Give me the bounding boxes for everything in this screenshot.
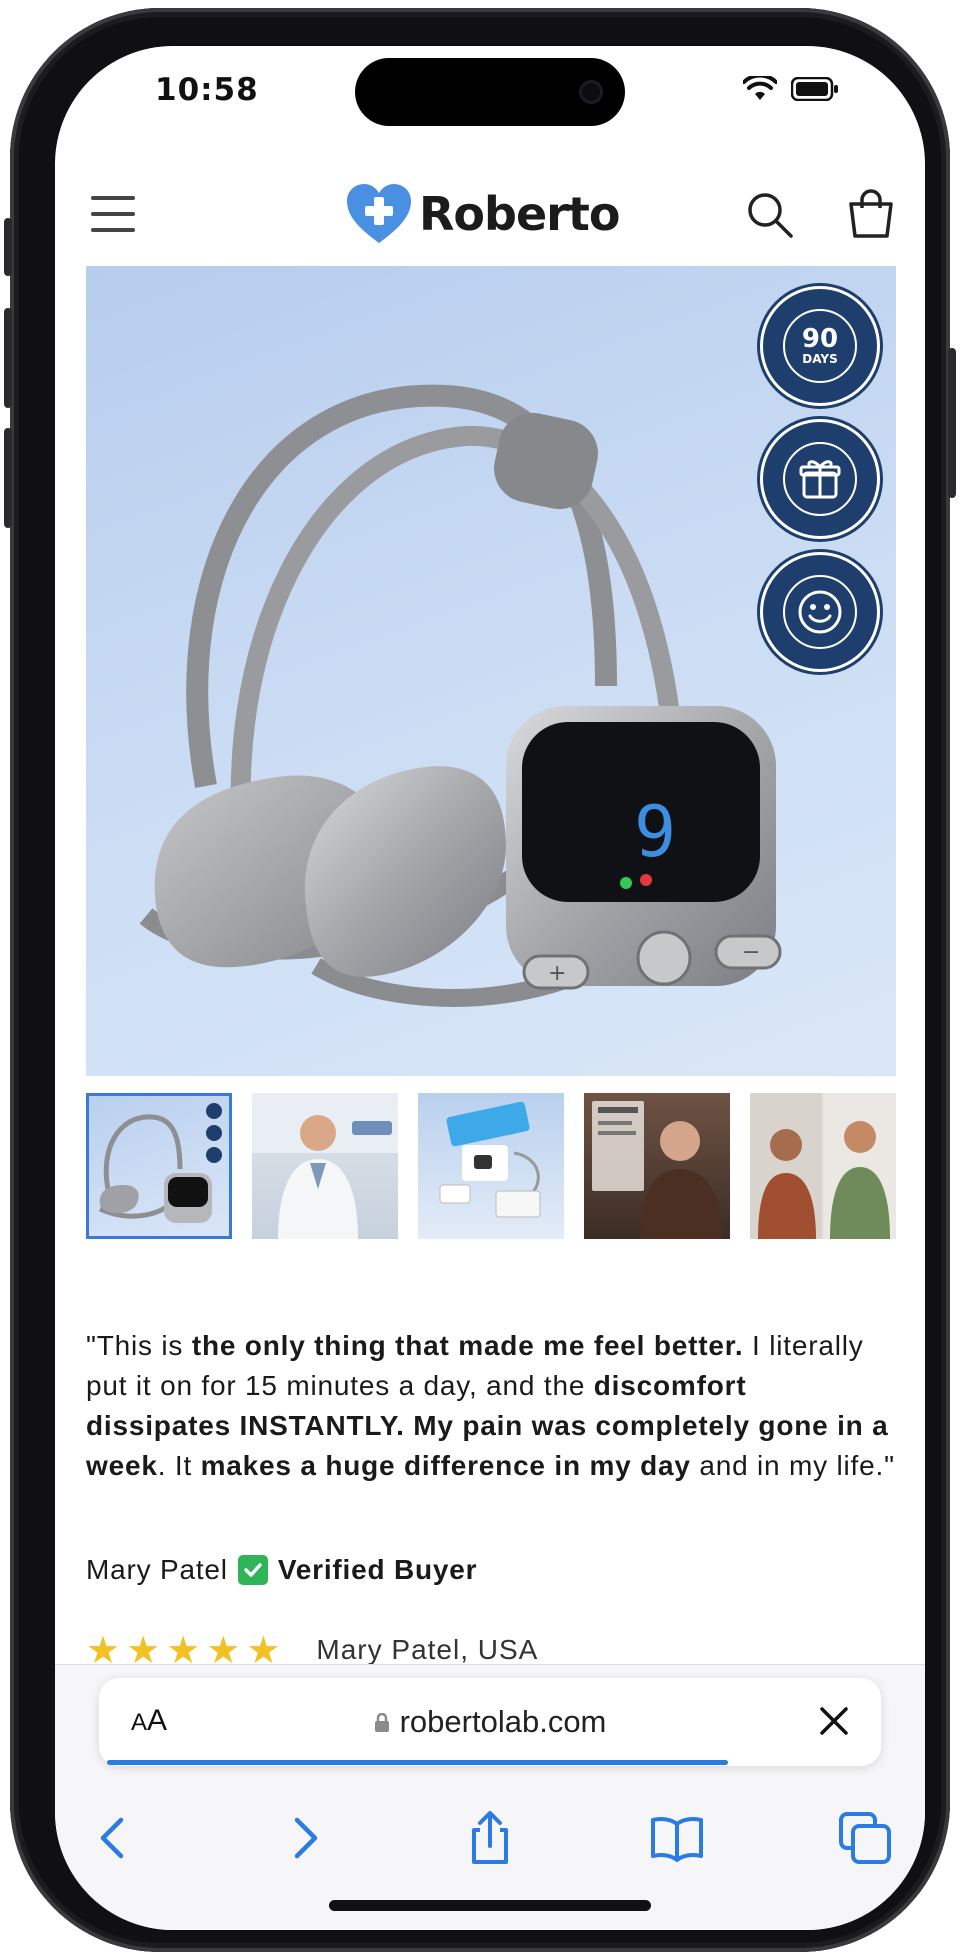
smiley-icon — [798, 590, 842, 634]
home-indicator[interactable] — [329, 1900, 651, 1911]
menu-button[interactable] — [91, 194, 135, 234]
quote-text: . It — [157, 1450, 201, 1481]
neck-massager-illustration: 9 + − — [139, 384, 782, 1007]
happy-customers-badge — [760, 552, 880, 672]
lock-icon — [374, 1713, 389, 1732]
svg-text:−: − — [742, 940, 760, 965]
thumbnail-customer-review-image — [750, 1093, 896, 1239]
status-time: 10:58 — [155, 72, 259, 108]
happy-customers-badge-inner — [783, 575, 857, 649]
dynamic-island — [355, 58, 625, 126]
search-icon[interactable] — [745, 190, 795, 240]
status-icons — [743, 76, 839, 102]
reviewer-name: Mary Patel — [86, 1554, 228, 1585]
volume-up-button — [4, 308, 12, 408]
reviewer-line: Mary Patel Verified Buyer — [86, 1554, 477, 1586]
verified-check-icon — [237, 1555, 268, 1585]
thumbnail-customer-video[interactable] — [584, 1093, 730, 1239]
thumbnail-doctor-image — [252, 1093, 398, 1239]
free-gift-badge — [760, 419, 880, 539]
quote-text: and in my life." — [690, 1450, 895, 1481]
page-load-progress — [107, 1760, 728, 1765]
thumbnail-doctor[interactable] — [252, 1093, 398, 1239]
url-text: robertolab.com — [399, 1704, 607, 1739]
guarantee-badge: 90 DAYS — [760, 286, 880, 406]
battery-icon — [791, 77, 838, 101]
svg-text:9: 9 — [634, 791, 676, 873]
action-button — [4, 218, 12, 276]
thumbnail-customer-video-image — [592, 1101, 722, 1239]
site-header: Roberto — [55, 164, 925, 264]
thumbnail-customer-review[interactable] — [750, 1093, 896, 1239]
share-icon[interactable] — [460, 1808, 520, 1868]
cart-icon[interactable] — [845, 188, 897, 240]
camera-icon — [579, 80, 603, 104]
brand-logo[interactable]: Roberto — [345, 182, 620, 246]
phone-frame: 10:58 Roberto 9 + − 90 DAYS "This is the… — [4, 8, 956, 1952]
guarantee-days-number: 90 — [801, 324, 839, 354]
thumbnail-package-image — [439, 1101, 541, 1218]
guarantee-days-label: DAYS — [802, 352, 838, 366]
power-button — [948, 348, 956, 498]
bookmarks-icon[interactable] — [647, 1808, 707, 1868]
wifi-icon — [743, 76, 777, 100]
svg-text:+: + — [548, 961, 566, 986]
menu-icon-line — [91, 228, 135, 232]
volume-down-button — [4, 428, 12, 528]
rating-caption: Mary Patel, USA — [316, 1634, 539, 1665]
screen: 10:58 Roberto 9 + − 90 DAYS "This is the… — [55, 46, 925, 1930]
gift-icon — [799, 460, 841, 499]
thumbnail-product-image — [98, 1103, 222, 1223]
product-main-image[interactable]: 9 + − 90 DAYS — [86, 266, 896, 1076]
address-bar[interactable]: AA robertolab.com — [99, 1678, 881, 1766]
free-gift-badge-inner — [783, 442, 857, 516]
quote-text: "This is — [86, 1330, 192, 1361]
testimonial-quote: "This is the only thing that made me fee… — [86, 1326, 896, 1486]
heart-cross-icon — [347, 184, 411, 243]
guarantee-badge-inner: 90 DAYS — [783, 309, 857, 383]
quote-highlight: makes a huge difference in my day — [200, 1450, 691, 1481]
thumbnail-package[interactable] — [418, 1093, 564, 1239]
menu-icon-line — [91, 196, 135, 200]
brand-name: Roberto — [419, 187, 620, 241]
url-display[interactable]: robertolab.com — [99, 1704, 881, 1740]
thumbnail-strip — [86, 1093, 896, 1241]
verified-buyer-label: Verified Buyer — [277, 1554, 478, 1585]
back-icon[interactable] — [85, 1808, 145, 1868]
close-icon[interactable] — [817, 1704, 851, 1738]
menu-icon-line — [91, 212, 135, 216]
tabs-icon[interactable] — [835, 1808, 895, 1868]
quote-highlight: the only thing that made me feel better. — [191, 1330, 744, 1361]
thumbnail-product[interactable] — [86, 1093, 232, 1239]
forward-icon[interactable] — [273, 1808, 333, 1868]
